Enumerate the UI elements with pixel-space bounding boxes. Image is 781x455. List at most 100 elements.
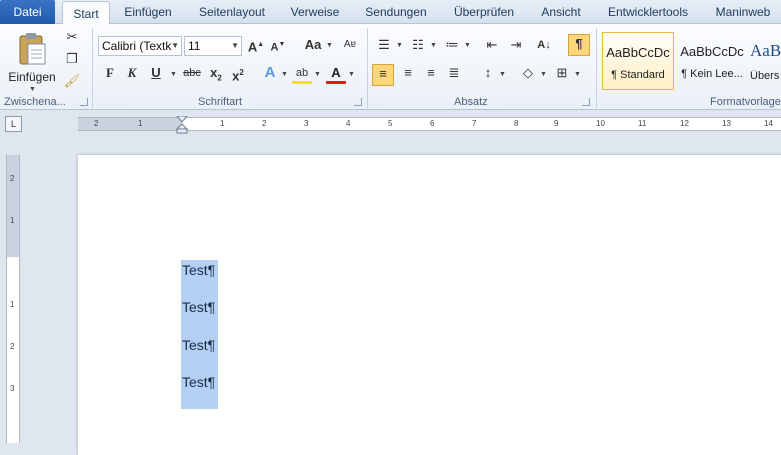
grow-font-icon[interactable]: A▲ [246, 36, 266, 56]
font-size-value: 11 [188, 39, 201, 53]
tab-insert[interactable]: Einfügen [116, 0, 180, 24]
strikethrough-icon[interactable]: abc [180, 64, 204, 84]
text-effects-icon[interactable]: A [260, 64, 280, 84]
numbered-list-icon[interactable]: ☷ [408, 36, 428, 56]
font-name-combo[interactable]: Calibri (Textk ▼ [98, 36, 182, 56]
multilevel-list-icon[interactable]: ≔ [442, 36, 462, 56]
bullet-list-icon[interactable]: ☰ [374, 36, 394, 56]
shrink-font-icon[interactable]: A▼ [268, 36, 288, 56]
justify-icon[interactable]: ≣ [444, 64, 464, 84]
highlight-icon[interactable]: ab [292, 64, 312, 84]
ruler-tick: 11 [638, 119, 647, 128]
document-page[interactable]: Test¶ Test¶ Test¶ Test¶ [78, 155, 781, 455]
document-line[interactable]: Test¶ [182, 298, 215, 317]
ruler-tick: 3 [304, 119, 309, 128]
clear-formatting-icon[interactable]: Aɐ [340, 36, 360, 56]
italic-icon[interactable]: K [122, 64, 142, 84]
horizontal-ruler[interactable]: 2 1 1 2 3 4 5 6 7 8 9 10 11 12 13 14 [78, 116, 781, 134]
ruler-tick: 10 [596, 119, 605, 128]
chevron-down-icon[interactable]: ▼ [314, 71, 321, 78]
format-painter-icon[interactable]: 🖌 [62, 72, 82, 92]
tab-page-layout[interactable]: Seitenlayout [188, 0, 276, 24]
tab-developer[interactable]: Entwicklertools [602, 0, 694, 24]
chevron-down-icon[interactable]: ▼ [540, 71, 547, 78]
tab-mailings[interactable]: Sendungen [358, 0, 434, 24]
vertical-ruler[interactable]: 2 1 1 2 3 [6, 155, 20, 443]
tab-maninweb[interactable]: Maninweb [706, 0, 780, 24]
cut-icon[interactable]: ✂ [62, 28, 82, 48]
tab-review[interactable]: Überprüfen [446, 0, 522, 24]
font-group-label: Schriftart [198, 96, 243, 108]
ruler-tick: 13 [722, 119, 731, 128]
increase-indent-icon[interactable]: ⇥ [506, 36, 526, 56]
subscript-icon[interactable]: x2 [206, 64, 226, 84]
line-spacing-icon[interactable]: ↕ [478, 64, 498, 84]
shading-icon[interactable]: ◇ [518, 64, 538, 84]
tab-start[interactable]: Start [62, 1, 110, 25]
ruler-tick: 2 [94, 119, 99, 128]
style-heading[interactable]: AaB Übers [750, 32, 781, 90]
ruler-tick: 14 [764, 119, 773, 128]
chevron-down-icon[interactable]: ▼ [348, 71, 355, 78]
chevron-down-icon[interactable]: ▼ [170, 71, 177, 78]
separator [92, 28, 93, 108]
borders-icon[interactable]: ⊞ [552, 64, 572, 84]
tab-references[interactable]: Verweise [282, 0, 348, 24]
tab-selector[interactable]: L [5, 116, 22, 132]
paste-dropdown[interactable]: ▼ [29, 86, 36, 93]
tab-view[interactable]: Ansicht [532, 0, 590, 24]
document-line[interactable]: Test¶ [182, 373, 215, 392]
underline-icon[interactable]: U [146, 64, 166, 84]
bold-icon[interactable]: F [100, 64, 120, 84]
ruler-tick: 1 [138, 119, 143, 128]
separator [367, 28, 368, 108]
chevron-down-icon[interactable]: ▼ [430, 42, 437, 49]
style-standard[interactable]: AaBbCcDc ¶ Standard [602, 32, 674, 90]
clipboard-icon [19, 33, 46, 65]
superscript-icon[interactable]: x2 [228, 64, 248, 84]
sort-icon[interactable]: A↓ [534, 36, 554, 56]
change-case-icon[interactable]: Aa [300, 36, 326, 56]
chevron-down-icon[interactable]: ▼ [326, 42, 333, 49]
ruler-tick: 4 [346, 119, 351, 128]
copy-icon[interactable]: ❐ [62, 50, 82, 70]
document-line[interactable]: Test¶ [182, 336, 215, 355]
align-left-icon[interactable]: ≡ [372, 64, 394, 86]
chevron-down-icon[interactable]: ▼ [281, 71, 288, 78]
paragraph-launcher[interactable] [582, 98, 590, 106]
ruler-tick: 6 [430, 119, 435, 128]
ruler-margin [7, 155, 19, 257]
ruler-tick: 8 [514, 119, 519, 128]
style-name: ¶ Standard [611, 69, 665, 81]
style-preview: AaB [750, 41, 781, 60]
chevron-down-icon[interactable]: ▼ [499, 71, 506, 78]
ruler-tick: 2 [10, 174, 15, 183]
font-launcher[interactable] [354, 98, 362, 106]
paste-button[interactable]: Einfügen [8, 27, 56, 89]
ruler-tick: 2 [10, 342, 15, 351]
document-line[interactable]: Test¶ [182, 261, 215, 280]
chevron-down-icon[interactable]: ▼ [396, 42, 403, 49]
font-size-combo[interactable]: 11 ▼ [184, 36, 242, 56]
indent-marker-icon[interactable] [176, 116, 188, 134]
ruler-tick: 1 [10, 216, 15, 225]
ruler-tick: 5 [388, 119, 393, 128]
font-color-icon[interactable]: A [326, 64, 346, 84]
tab-file[interactable]: Datei [0, 0, 55, 24]
align-center-icon[interactable]: ≡ [398, 64, 418, 84]
paragraph-group-label: Absatz [454, 96, 488, 108]
align-right-icon[interactable]: ≡ [421, 64, 441, 84]
chevron-down-icon[interactable]: ▼ [574, 71, 581, 78]
decrease-indent-icon[interactable]: ⇤ [482, 36, 502, 56]
ruler-tick: 7 [472, 119, 477, 128]
ruler-tick: 1 [220, 119, 225, 128]
ribbon-tab-bar: Datei Start Einfügen Seitenlayout Verwei… [0, 0, 781, 25]
show-formatting-marks-icon[interactable]: ¶ [568, 34, 590, 56]
ribbon: Einfügen ▼ ✂ ❐ 🖌 Zwischena... Calibri (T… [0, 24, 781, 110]
paste-label: Einfügen [8, 70, 56, 84]
style-name: Übers [750, 70, 780, 82]
clipboard-launcher[interactable] [80, 98, 88, 106]
chevron-down-icon[interactable]: ▼ [464, 42, 471, 49]
chevron-down-icon: ▼ [231, 41, 239, 50]
style-no-spacing[interactable]: AaBbCcDc ¶ Kein Lee... [676, 32, 748, 90]
